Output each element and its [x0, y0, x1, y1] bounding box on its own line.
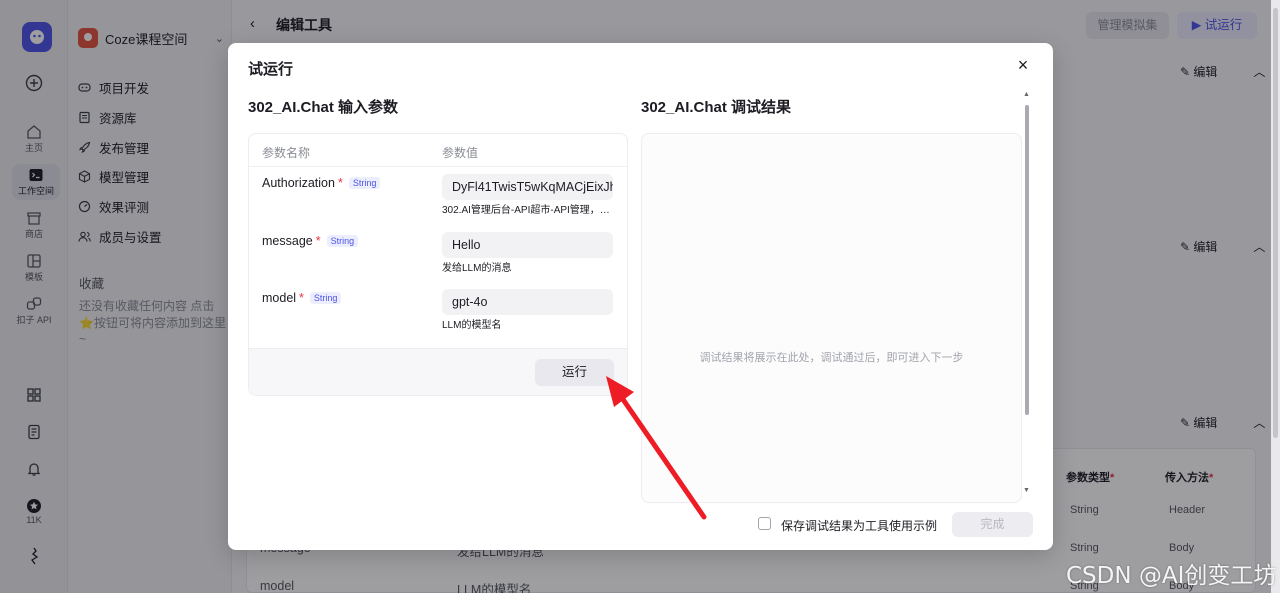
- scroll-up-icon[interactable]: ▲: [1023, 91, 1030, 98]
- run-button[interactable]: 运行: [535, 359, 614, 386]
- save-example-label[interactable]: 保存调试结果为工具使用示例: [781, 517, 937, 534]
- input-params-title: 302_AI.Chat 输入参数: [248, 99, 399, 116]
- type-badge: String: [326, 235, 359, 247]
- model-input[interactable]: gpt-4o: [442, 289, 613, 315]
- type-badge: String: [309, 292, 342, 304]
- authorization-input[interactable]: DyFl41TwisT5wKqMACjEixJh: [442, 174, 613, 200]
- result-placeholder: 调试结果将展示在此处，调试通过后，即可进入下一步: [699, 352, 964, 364]
- param-name-message: message * String: [262, 234, 359, 248]
- watermark: CSDN @AI创变工坊: [1066, 563, 1277, 589]
- message-input[interactable]: Hello: [442, 232, 613, 258]
- scrollbar[interactable]: [1025, 105, 1029, 415]
- col-header-param-value: 参数值: [442, 146, 479, 160]
- debug-result-title: 302_AI.Chat 调试结果: [641, 99, 792, 116]
- modal-title: 试运行: [248, 61, 294, 78]
- form-footer: 运行: [249, 348, 627, 395]
- trial-run-modal: 试运行 × 302_AI.Chat 输入参数 302_AI.Chat 调试结果 …: [228, 43, 1053, 550]
- done-button[interactable]: 完成: [952, 512, 1033, 537]
- param-description: LLM的模型名: [442, 320, 502, 331]
- input-params-form: 参数名称 参数值 Authorization * String DyFl41Twis…: [248, 133, 628, 396]
- param-description: 302.AI管理后台-API超市-API管理，…: [442, 205, 610, 216]
- divider: [249, 166, 627, 167]
- param-name-authorization: Authorization * String: [262, 176, 381, 190]
- param-name-model: model * String: [262, 291, 342, 305]
- page-scrollbar-track: [1271, 0, 1280, 593]
- save-example-checkbox[interactable]: [758, 517, 771, 530]
- param-description: 发给LLM的消息: [442, 263, 512, 274]
- scroll-down-icon[interactable]: ▼: [1023, 487, 1030, 494]
- type-badge: String: [348, 177, 381, 189]
- debug-result-panel: 调试结果将展示在此处，调试通过后，即可进入下一步: [641, 133, 1022, 503]
- page-scrollbar[interactable]: [1273, 8, 1278, 438]
- col-header-param-name: 参数名称: [262, 146, 311, 160]
- close-icon[interactable]: ×: [1015, 56, 1031, 74]
